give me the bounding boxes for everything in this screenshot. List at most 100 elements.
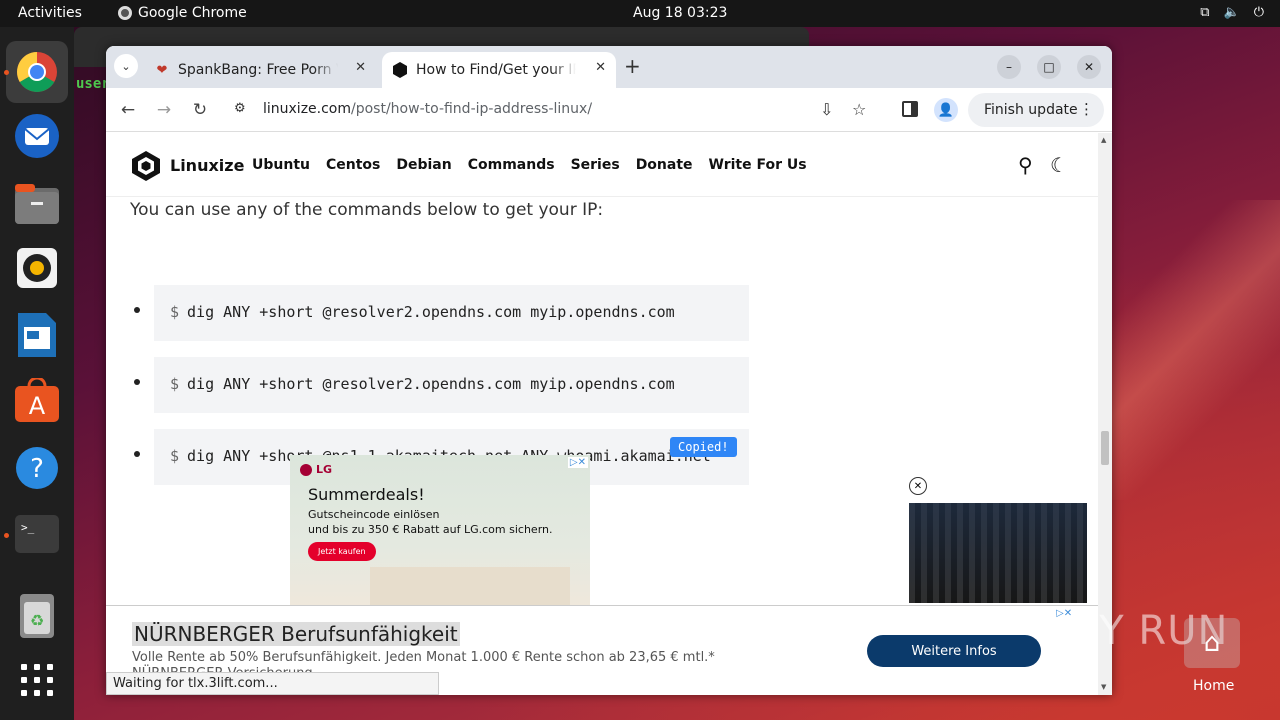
dock-chrome[interactable] <box>6 41 68 103</box>
dock-writer[interactable] <box>14 312 60 358</box>
side-panel-icon[interactable] <box>902 101 918 117</box>
forward-button[interactable]: → <box>152 98 176 122</box>
heart-icon: ❤ <box>156 62 168 78</box>
address-bar[interactable]: ⚙ linuxize.com/post/how-to-find-ip-addre… <box>224 94 882 126</box>
nav-commands[interactable]: Commands <box>468 157 555 173</box>
ad-title[interactable]: NÜRNBERGER Berufsunfähigkeit <box>132 622 460 646</box>
home-folder-desktop-icon[interactable]: ⌂ <box>1184 618 1240 668</box>
dock-app-center[interactable]: A <box>14 377 60 423</box>
ad-cta-button[interactable]: Jetzt kaufen <box>308 542 376 561</box>
dock-show-apps[interactable] <box>14 657 60 703</box>
shell-prompt: $ <box>170 303 180 321</box>
site-logo-text[interactable]: Linuxize <box>170 156 244 175</box>
linuxize-logo-icon[interactable] <box>132 151 160 181</box>
terminal-icon: >_ <box>15 515 59 553</box>
trash-icon: ♻ <box>20 594 54 638</box>
nav-debian[interactable]: Debian <box>396 157 451 173</box>
dock-trash[interactable]: ♻ <box>14 593 60 639</box>
more-icon: ⋮ <box>1079 100 1094 118</box>
nav-ubuntu[interactable]: Ubuntu <box>252 157 310 173</box>
ad-line: und bis zu 350 € Rabatt auf LG.com siche… <box>308 523 553 536</box>
ad-line: Gutscheincode einlösen <box>308 508 440 521</box>
list-item: $ dig ANY +short @resolver2.opendns.com m… <box>134 285 754 341</box>
dock-help[interactable]: ? <box>14 445 60 491</box>
tab-search-button[interactable]: ⌄ <box>114 54 138 78</box>
site-nav-links: Ubuntu Centos Debian Commands Series Don… <box>252 157 807 173</box>
ad-choices-icon[interactable]: ▷✕ <box>567 457 588 468</box>
code-block[interactable]: $ dig ANY +short @resolver2.opendns.com m… <box>154 357 749 413</box>
nav-donate[interactable]: Donate <box>636 157 693 173</box>
install-app-icon[interactable]: ⇩ <box>820 100 833 119</box>
status-bubble: Waiting for tlx.3lift.com... <box>106 672 439 695</box>
chrome-icon <box>17 52 57 92</box>
network-icon: ⧉ <box>1200 5 1210 20</box>
ad-body: Gutscheincode einlösen und bis zu 350 € … <box>308 507 553 537</box>
chrome-window: ⌄ ❤ SpankBang: Free Porn Videos ✕ How to… <box>106 46 1112 695</box>
libreoffice-writer-icon <box>18 313 56 357</box>
dark-mode-moon-icon[interactable]: ☾ <box>1050 153 1068 177</box>
dock-thunderbird[interactable] <box>14 113 60 159</box>
activities-button[interactable]: Activities <box>18 5 82 21</box>
ad-title: Summerdeals! <box>308 485 425 504</box>
intro-text: You can use any of the commands below to… <box>130 200 604 220</box>
video-ad-player[interactable] <box>909 503 1087 603</box>
nav-series[interactable]: Series <box>571 157 620 173</box>
finish-update-label: Finish update <box>984 102 1078 118</box>
close-icon: ✕ <box>913 480 923 492</box>
new-tab-button[interactable]: + <box>624 55 641 77</box>
close-window-button[interactable]: ✕ <box>1077 55 1101 79</box>
list-item: $ dig ANY +short @resolver2.opendns.com m… <box>134 357 754 413</box>
chrome-icon <box>118 6 132 20</box>
dock-terminal[interactable]: >_ <box>14 511 60 557</box>
ad-cta-button[interactable]: Weitere Infos <box>867 635 1041 667</box>
tab-spankbang[interactable]: ❤ SpankBang: Free Porn Videos ✕ <box>144 52 376 88</box>
clock[interactable]: Aug 18 03:23 <box>633 5 727 21</box>
scrollbar-thumb[interactable] <box>1101 431 1109 465</box>
back-button[interactable]: ← <box>116 98 140 122</box>
home-label: Home <box>1193 678 1235 694</box>
app-center-icon: A <box>15 378 59 422</box>
scroll-up-arrow-icon[interactable]: ▲ <box>1101 136 1106 144</box>
help-icon: ? <box>16 447 58 489</box>
tab-title: How to Find/Get your IP Address <box>416 62 576 78</box>
scroll-down-arrow-icon[interactable]: ▼ <box>1101 683 1106 691</box>
reload-button[interactable]: ↻ <box>188 98 212 122</box>
bookmark-star-icon[interactable]: ☆ <box>852 100 866 119</box>
tab-title: SpankBang: Free Porn Videos <box>178 62 338 78</box>
close-icon[interactable]: ✕ <box>595 60 606 75</box>
power-icon: ⏻ <box>1253 5 1264 20</box>
svg-text:A: A <box>29 392 46 420</box>
browser-toolbar: ← → ↻ ⚙ linuxize.com/post/how-to-find-ip… <box>106 88 1112 132</box>
finish-update-button[interactable]: Finish update ⋮ <box>968 93 1104 127</box>
nav-centos[interactable]: Centos <box>326 157 380 173</box>
app-menu[interactable]: Google Chrome <box>118 5 247 21</box>
home-icon: ⌂ <box>1203 628 1221 658</box>
linuxize-icon <box>392 62 408 78</box>
code-block[interactable]: $ dig ANY +short @resolver2.opendns.com m… <box>154 285 749 341</box>
minimize-button[interactable]: – <box>997 55 1021 79</box>
close-icon[interactable]: ✕ <box>355 60 366 75</box>
bullet <box>134 307 140 313</box>
site-info-icon[interactable]: ⚙ <box>234 101 246 116</box>
dock-rhythmbox[interactable] <box>14 245 60 291</box>
dock-files[interactable] <box>14 181 60 227</box>
bullet <box>134 379 140 385</box>
tab-linuxize[interactable]: How to Find/Get your IP Address ✕ <box>382 52 616 88</box>
system-status-area[interactable]: ⧉ 🔈 ⏻ <box>1200 5 1264 20</box>
lg-banner-ad[interactable]: LG ▷✕ Summerdeals! Gutscheincode einlöse… <box>290 455 590 605</box>
video-ad-close-button[interactable]: ✕ <box>909 477 927 495</box>
profile-avatar[interactable]: 👤 <box>934 98 958 122</box>
tab-strip: ⌄ ❤ SpankBang: Free Porn Videos ✕ How to… <box>106 46 1112 88</box>
lg-logo: LG <box>300 463 332 476</box>
thunderbird-icon <box>15 114 59 158</box>
files-icon <box>15 184 59 224</box>
search-icon[interactable]: ⚲ <box>1018 153 1033 177</box>
nav-write-for-us[interactable]: Write For Us <box>709 157 807 173</box>
command-text: dig ANY +short @resolver2.opendns.com my… <box>187 375 675 393</box>
lg-brand: LG <box>316 463 333 476</box>
svg-text:>_: >_ <box>21 521 35 534</box>
running-indicator <box>4 533 9 538</box>
maximize-button[interactable]: □ <box>1037 55 1061 79</box>
rhythmbox-icon <box>17 248 57 288</box>
close-icon: ✕ <box>1083 60 1095 74</box>
